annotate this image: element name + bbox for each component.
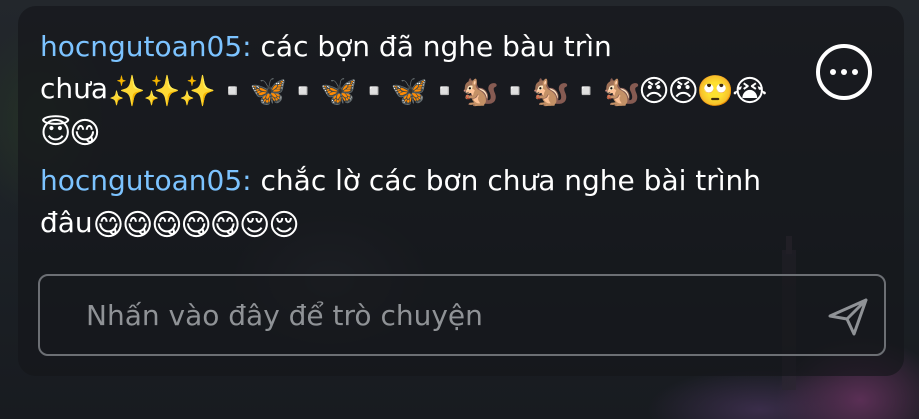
send-icon [828, 298, 868, 336]
chat-message: hocngutoan05: chắc lờ các bơn chưa nghe … [40, 160, 780, 244]
message-username[interactable]: hocngutoan05: [40, 164, 252, 197]
chat-input-container [38, 274, 886, 356]
message-username[interactable]: hocngutoan05: [40, 30, 252, 63]
dot [852, 69, 858, 75]
chat-message: hocngutoan05: các bợn đã nghe bàu trìn c… [40, 26, 780, 152]
chat-panel: hocngutoan05: các bợn đã nghe bàu trìn c… [18, 6, 904, 376]
chat-message-list: hocngutoan05: các bợn đã nghe bàu trìn c… [40, 26, 780, 252]
send-button[interactable] [820, 288, 876, 344]
message-emojis: ✨✨✨▫️🦋▫️🦋▫️🦋▫️🐿️▫️🐿️▫️🐿️😠😠🙄😭😇😋 [40, 74, 767, 151]
more-options-icon [830, 69, 858, 75]
dot [830, 69, 836, 75]
more-options-button[interactable] [816, 44, 872, 100]
message-emojis: 😋😋😋😋😋😌😌 [92, 208, 300, 243]
chat-input[interactable] [86, 276, 786, 354]
dot [841, 69, 847, 75]
